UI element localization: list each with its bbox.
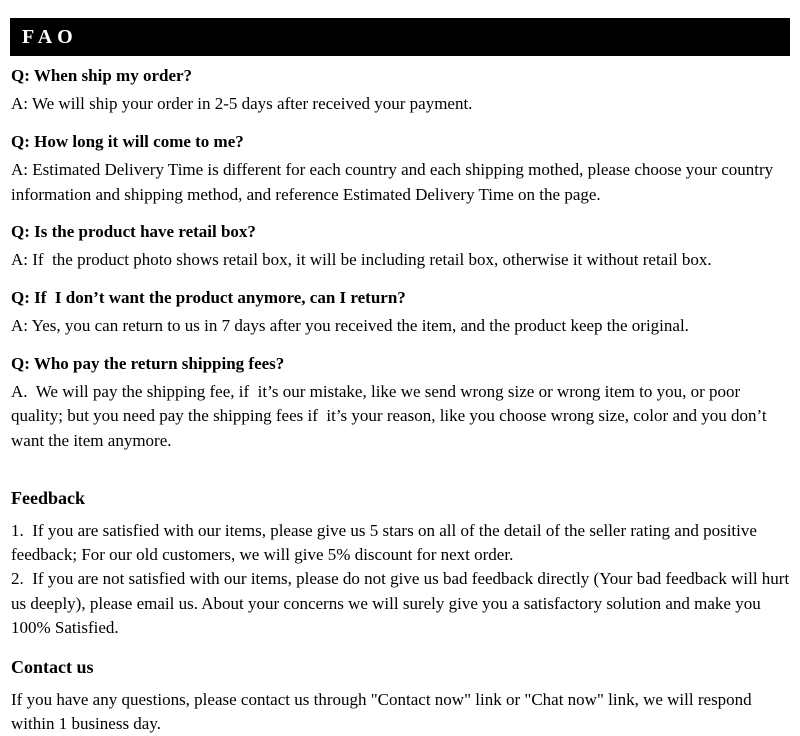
faq-answer: A: Estimated Delivery Time is different … [11, 159, 778, 204]
page-title: FAO [22, 26, 78, 48]
faq-answer: A: If the product photo shows retail box… [11, 250, 712, 270]
section-divider [11, 640, 791, 656]
faq-question: Q: Is the product have retail box? [11, 222, 256, 242]
section-divider [11, 467, 791, 487]
feedback-section: Feedback 1. If you are satisfied with ou… [11, 487, 791, 640]
faq-page: FAO Q: When ship my order? A: We will sh… [0, 0, 800, 733]
faq-content: Q: When ship my order? A: We will ship y… [11, 64, 791, 736]
faq-item: Q: How long it will come to me? A: Estim… [11, 130, 791, 207]
faq-question: Q: When ship my order? [11, 66, 193, 85]
faq-item: Q: When ship my order? A: We will ship y… [11, 64, 791, 117]
faq-question: Q: Who pay the return shipping fees? [11, 353, 285, 373]
faq-answer: A: We will ship your order in 2-5 days a… [11, 94, 473, 114]
faq-answer: A. We will pay the shipping fee, if it’s… [11, 381, 771, 451]
faq-item: Q: If I don’t want the product anymore, … [11, 286, 791, 339]
feedback-line: 1. If you are satisfied with our items, … [11, 521, 762, 565]
faq-banner: FAO [10, 18, 790, 56]
contact-body: If you have any questions, please contac… [11, 690, 756, 734]
faq-question: Q: How long it will come to me? [11, 131, 244, 151]
faq-item: Q: Who pay the return shipping fees? A. … [11, 352, 791, 454]
feedback-line: 2. If you are not satisfied with our ite… [11, 569, 794, 637]
faq-answer: A: Yes, you can return to us in 7 days a… [11, 316, 689, 336]
feedback-heading: Feedback [11, 487, 85, 508]
faq-question: Q: If I don’t want the product anymore, … [11, 287, 406, 307]
contact-heading: Contact us [11, 656, 94, 677]
contact-section: Contact us If you have any questions, pl… [11, 656, 791, 736]
faq-item: Q: Is the product have retail box? A: If… [11, 220, 791, 273]
